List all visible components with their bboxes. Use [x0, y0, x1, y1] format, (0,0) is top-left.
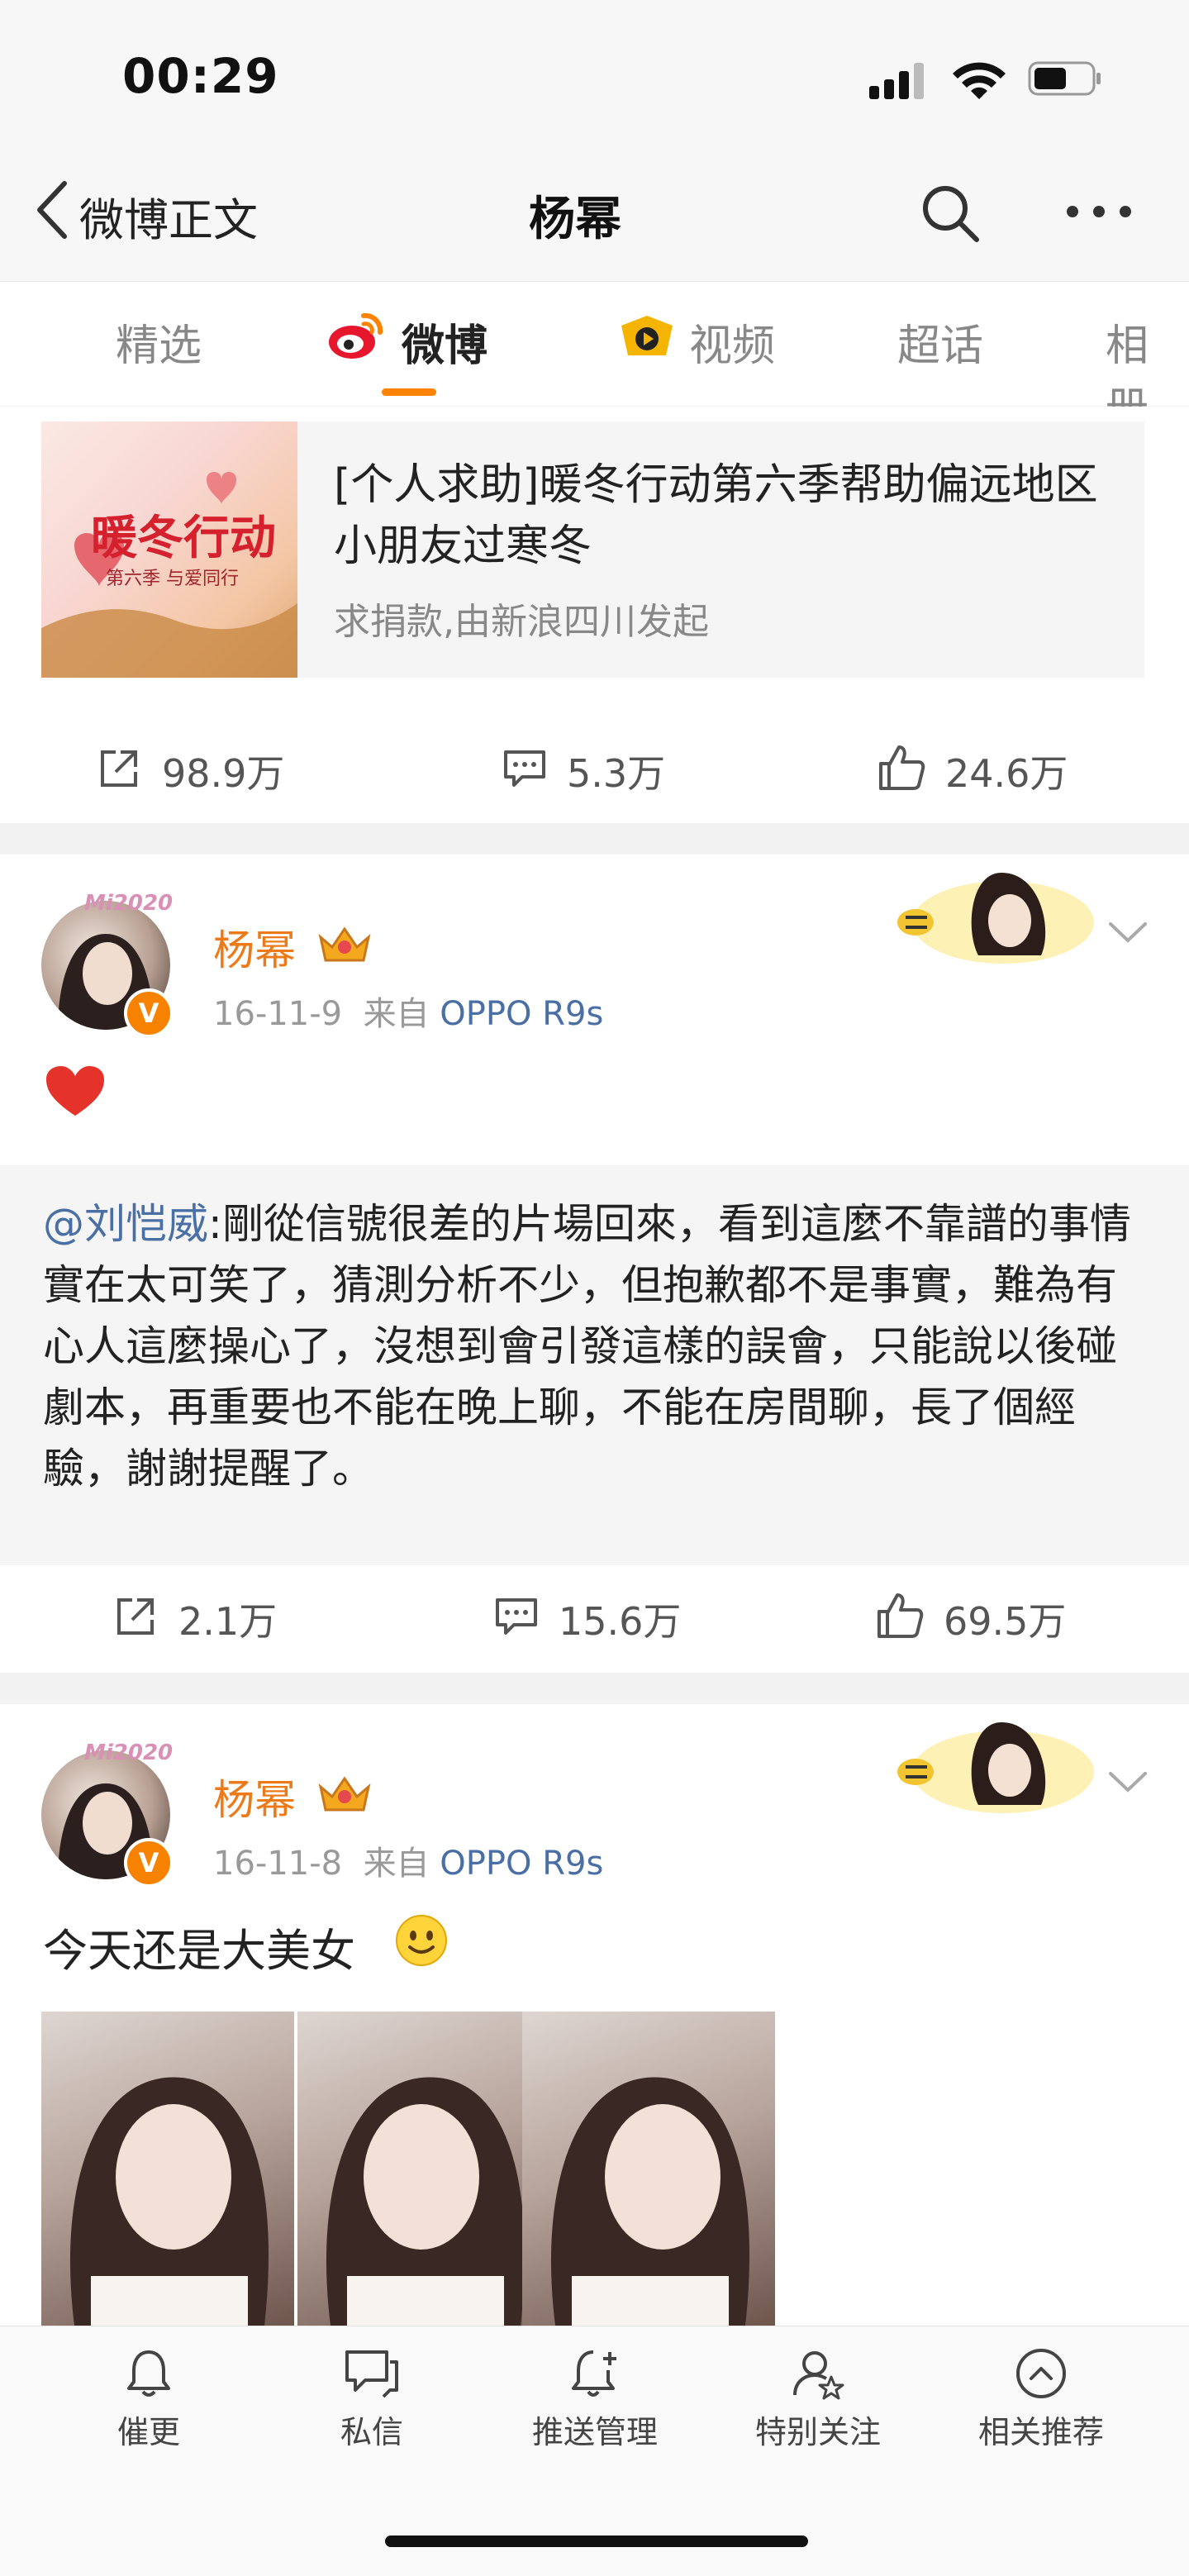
- bottom-action-special-follow[interactable]: 特别关注: [735, 2347, 901, 2452]
- post-menu-chevron-icon[interactable]: [1107, 919, 1149, 944]
- heart-emoji-icon: [46, 1066, 104, 1116]
- share-icon[interactable]: [97, 747, 140, 790]
- post-photo[interactable]: [297, 2012, 550, 2326]
- share-count[interactable]: 2.1万: [178, 1592, 277, 1646]
- active-tab-indicator: [382, 388, 436, 396]
- bottom-action-push-settings[interactable]: 推送管理: [512, 2347, 678, 2452]
- like-icon[interactable]: [876, 1592, 924, 1640]
- promo-thumbnail: 暖冬行动 第六季 与爱同行: [41, 421, 297, 678]
- profile-sticker-decoration: [879, 856, 1094, 972]
- like-count[interactable]: 69.5万: [944, 1592, 1066, 1646]
- post-meta: 16-11-8 来自 OPPO R9s: [213, 1836, 603, 1884]
- bottom-action-remind[interactable]: 催更: [66, 2347, 231, 2452]
- like-count[interactable]: 24.6万: [945, 744, 1068, 798]
- smile-emoji-icon: [396, 1915, 447, 1966]
- post-source-prefix: 来自: [363, 1845, 430, 1883]
- post-text: 今天还是大美女: [43, 1925, 355, 1977]
- verified-badge: V: [124, 1838, 174, 1888]
- bottom-action-label: 推送管理: [531, 2414, 658, 2450]
- bottom-action-label: 私信: [340, 2414, 403, 2450]
- post-photo[interactable]: [522, 2012, 775, 2326]
- repost-mention[interactable]: @刘恺威: [43, 1200, 208, 1248]
- back-button-label[interactable]: 微博正文: [79, 183, 258, 249]
- tab-video[interactable]: 视频: [689, 311, 775, 373]
- crown-badge-icon: [318, 926, 371, 962]
- share-icon[interactable]: [114, 1595, 157, 1638]
- author-name[interactable]: 杨幂: [213, 1767, 296, 1826]
- promo-image-subtitle: 第六季 与爱同行: [106, 569, 239, 589]
- tab-weibo[interactable]: 微博: [402, 311, 487, 373]
- chevron-up-circle-icon: [1016, 2349, 1066, 2398]
- feed-divider: [0, 1673, 1189, 1704]
- post-meta: 16-11-9 来自 OPPO R9s: [213, 987, 603, 1035]
- promo-title[interactable]: [个人求助]暖冬行动第六季帮助偏远地区小朋友过寒冬: [334, 455, 1127, 577]
- post-source-prefix: 来自: [363, 995, 430, 1033]
- tab-supertopic[interactable]: 超话: [897, 311, 983, 373]
- share-count[interactable]: 98.9万: [162, 744, 284, 798]
- wifi-icon: [953, 62, 1006, 99]
- user-star-icon: [793, 2351, 844, 2400]
- avatar-frame-text: Mi2020: [84, 1740, 174, 1765]
- weibo-logo-icon: [329, 312, 383, 359]
- comment-count[interactable]: 15.6万: [559, 1592, 681, 1646]
- like-icon[interactable]: [877, 744, 925, 792]
- post-menu-chevron-icon[interactable]: [1107, 1769, 1149, 1793]
- verified-badge: V: [124, 988, 174, 1038]
- home-indicator[interactable]: [385, 2536, 808, 2547]
- video-badge-icon: [621, 316, 673, 355]
- post-photo[interactable]: [41, 2012, 294, 2326]
- back-chevron-icon[interactable]: [33, 177, 74, 243]
- promo-subtitle: 求捐款,由新浪四川发起: [334, 601, 709, 643]
- cellular-signal-icon: [869, 63, 924, 99]
- bell-plus-icon: [572, 2350, 616, 2397]
- page-title: 杨幂: [529, 193, 621, 246]
- comment-icon[interactable]: [494, 1595, 539, 1638]
- battery-icon: [1028, 61, 1101, 96]
- bottom-action-label: 催更: [117, 2414, 180, 2450]
- message-icon: [345, 2350, 398, 2398]
- feed-divider: [0, 823, 1189, 855]
- author-name[interactable]: 杨幂: [213, 917, 296, 977]
- post-source[interactable]: OPPO R9s: [440, 995, 603, 1033]
- bottom-action-recommend[interactable]: 相关推荐: [958, 2347, 1124, 2452]
- avatar-frame-text: Mi2020: [84, 891, 174, 916]
- repost-text: @刘恺威:剛從信號很差的片場回來，看到這麼不靠譜的事情實在太可笑了，猜測分析不少…: [43, 1193, 1150, 1499]
- bottom-action-label: 特别关注: [754, 2414, 881, 2450]
- crown-badge-icon: [318, 1776, 371, 1812]
- post-date: 16-11-8: [213, 1845, 343, 1883]
- more-options-icon[interactable]: [1064, 203, 1134, 220]
- post-source[interactable]: OPPO R9s: [440, 1845, 603, 1883]
- status-time: 00:29: [122, 48, 279, 104]
- bell-icon: [127, 2350, 170, 2397]
- comment-icon[interactable]: [502, 747, 547, 790]
- search-icon[interactable]: [917, 180, 983, 246]
- post-date: 16-11-9: [213, 995, 343, 1033]
- tab-featured[interactable]: 精选: [116, 311, 202, 373]
- bottom-action-message[interactable]: 私信: [289, 2347, 454, 2452]
- promo-image-title: 暖冬行动: [91, 511, 276, 565]
- profile-sticker-decoration: [879, 1706, 1094, 1821]
- comment-count[interactable]: 5.3万: [567, 744, 665, 798]
- bottom-action-label: 相关推荐: [977, 2414, 1104, 2450]
